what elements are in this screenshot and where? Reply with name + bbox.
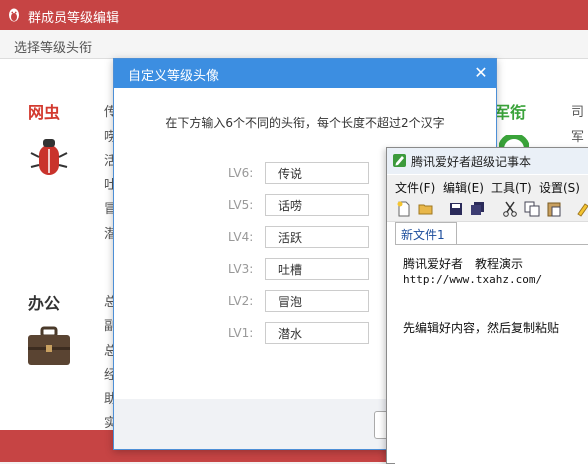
level-label: LV5: xyxy=(228,198,254,212)
paste-icon[interactable] xyxy=(545,200,563,218)
text-editor-area[interactable]: 腾讯爱好者 教程演示 http://www.txahz.com/ 先编辑好内容，… xyxy=(395,244,588,464)
main-window-title: 群成员等级编辑 xyxy=(28,11,120,26)
level-title-input[interactable] xyxy=(265,322,369,344)
menu-tools[interactable]: 工具(T) xyxy=(491,179,532,196)
dialog-instruction: 在下方输入6个不同的头衔，每个长度不超过2个汉字 xyxy=(165,116,445,130)
editor-line: 腾讯爱好者 教程演示 xyxy=(403,257,524,271)
level-label: LV4: xyxy=(228,230,254,244)
find-icon[interactable] xyxy=(575,200,588,218)
document-tab-label: 新文件1 xyxy=(401,228,445,242)
category-line: 司 xyxy=(571,105,585,120)
level-label: LV6: xyxy=(228,166,254,180)
notepad-window: 腾讯爱好者超级记事本 文件(F) 编辑(E) 工具(T) 设置(S) 新文件1 … xyxy=(386,147,588,464)
level-title-input[interactable] xyxy=(265,226,369,248)
close-icon[interactable]: ✕ xyxy=(473,65,489,81)
briefcase-icon xyxy=(28,326,70,365)
main-toolbar: 选择等级头衔 xyxy=(0,30,588,59)
notepad-toolbar xyxy=(387,197,588,222)
level-title-input[interactable] xyxy=(265,162,369,184)
menu-edit[interactable]: 编辑(E) xyxy=(443,179,484,196)
notepad-title: 腾讯爱好者超级记事本 xyxy=(411,155,532,169)
category-line: 军 xyxy=(571,130,585,145)
main-titlebar: 群成员等级编辑 xyxy=(0,0,588,30)
editor-line: 先编辑好内容，然后复制粘贴 xyxy=(403,321,560,335)
save-icon[interactable] xyxy=(447,200,465,218)
dialog-title: 自定义等级头像 xyxy=(128,69,220,84)
copy-icon[interactable] xyxy=(523,200,541,218)
select-title-label[interactable]: 选择等级头衔 xyxy=(14,37,92,56)
editor-line: http://www.txahz.com/ xyxy=(403,273,543,286)
category-title-military[interactable]: 军衔 xyxy=(494,99,526,123)
notepad-titlebar: 腾讯爱好者超级记事本 xyxy=(387,148,588,174)
notepad-menubar: 文件(F) 编辑(E) 工具(T) 设置(S) xyxy=(387,175,588,197)
notepad-icon xyxy=(393,154,406,167)
level-title-input[interactable] xyxy=(265,258,369,280)
menu-settings[interactable]: 设置(S) xyxy=(539,179,580,196)
level-label: LV2: xyxy=(228,294,254,308)
level-label: LV3: xyxy=(228,262,254,276)
category-title-netbug[interactable]: 网虫 xyxy=(28,99,60,123)
qq-penguin-icon xyxy=(9,8,19,22)
category-title-office[interactable]: 办公 xyxy=(28,290,60,314)
level-title-input[interactable] xyxy=(265,290,369,312)
document-tab[interactable]: 新文件1 xyxy=(395,222,457,245)
level-label: LV1: xyxy=(228,326,254,340)
save-all-icon[interactable] xyxy=(469,200,487,218)
new-file-icon[interactable] xyxy=(395,200,413,218)
dialog-titlebar: 自定义等级头像 ✕ xyxy=(114,59,496,88)
cut-icon[interactable] xyxy=(501,200,519,218)
open-folder-icon[interactable] xyxy=(417,200,435,218)
menu-file[interactable]: 文件(F) xyxy=(395,179,435,196)
level-title-input[interactable] xyxy=(265,194,369,216)
bug-icon xyxy=(30,139,68,175)
